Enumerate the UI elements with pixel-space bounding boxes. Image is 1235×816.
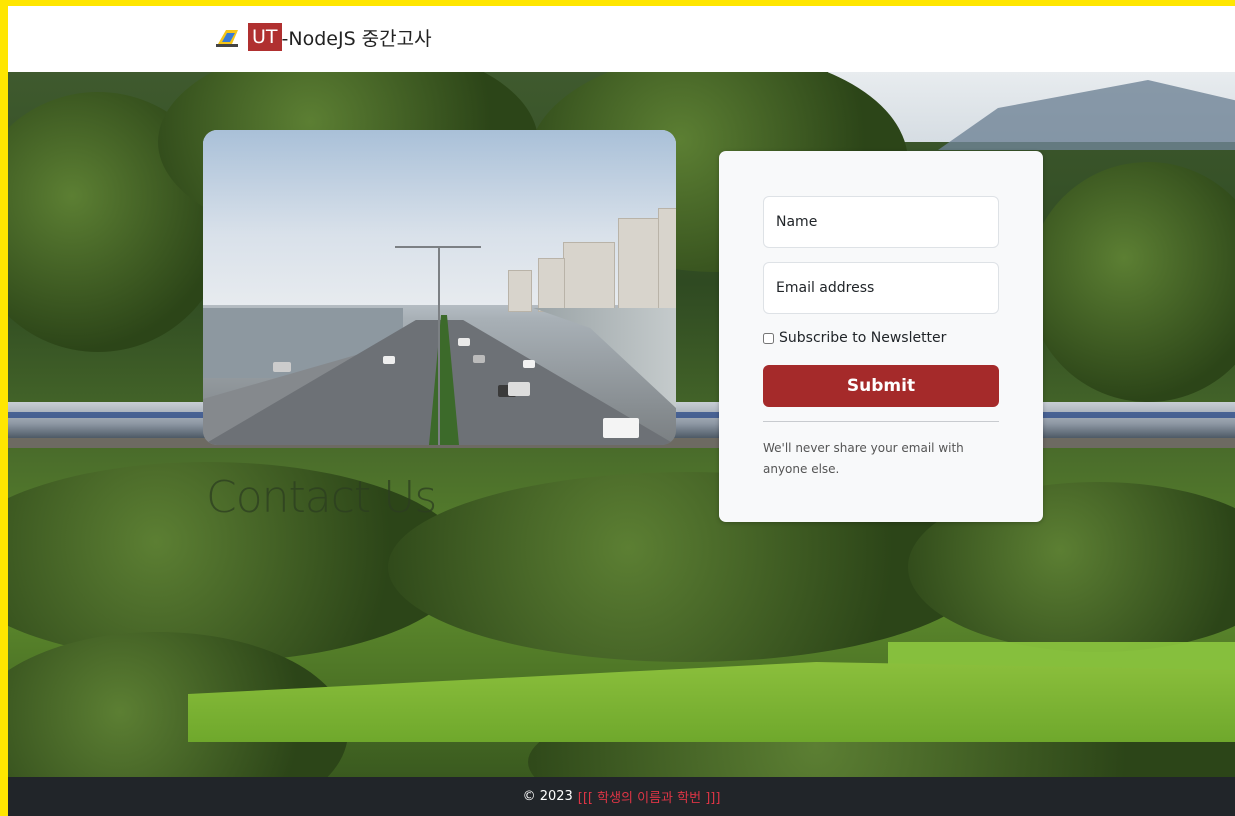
subscribe-label: Subscribe to Newsletter	[779, 330, 947, 346]
submit-button[interactable]: Submit	[763, 365, 999, 407]
contact-title: Contact Us	[206, 472, 437, 523]
footer: © 2023 [[[ 학생의 이름과 학번 ]]]	[8, 777, 1235, 816]
name-input[interactable]	[763, 196, 999, 248]
subscribe-row[interactable]: Subscribe to Newsletter	[763, 330, 946, 346]
navbar-brand[interactable]: UT -NodeJS 중간고사	[214, 22, 432, 52]
hero-section: Contact Us Subscribe to Newsletter Submi…	[8, 72, 1235, 777]
brand-badge: UT	[248, 23, 282, 51]
footer-student-info: [[[ 학생의 이름과 학번 ]]]	[577, 791, 721, 806]
subscribe-checkbox[interactable]	[763, 332, 774, 344]
form-divider	[763, 421, 999, 422]
brand-text: -NodeJS 중간고사	[281, 27, 432, 50]
privacy-note: We'll never share your email with anyone…	[763, 441, 964, 476]
navbar: UT -NodeJS 중간고사	[8, 6, 1235, 72]
contact-form: Subscribe to Newsletter Submit We'll nev…	[719, 151, 1043, 522]
email-input[interactable]	[763, 262, 999, 314]
footer-copyright: © 2023	[522, 789, 573, 804]
hero-field	[188, 662, 1235, 742]
hero-trees	[1028, 162, 1235, 402]
page-frame: UT -NodeJS 중간고사 Contact Us Name Email ad…	[8, 6, 1235, 816]
highway-photo	[203, 130, 676, 445]
train-logo-icon	[214, 26, 240, 48]
